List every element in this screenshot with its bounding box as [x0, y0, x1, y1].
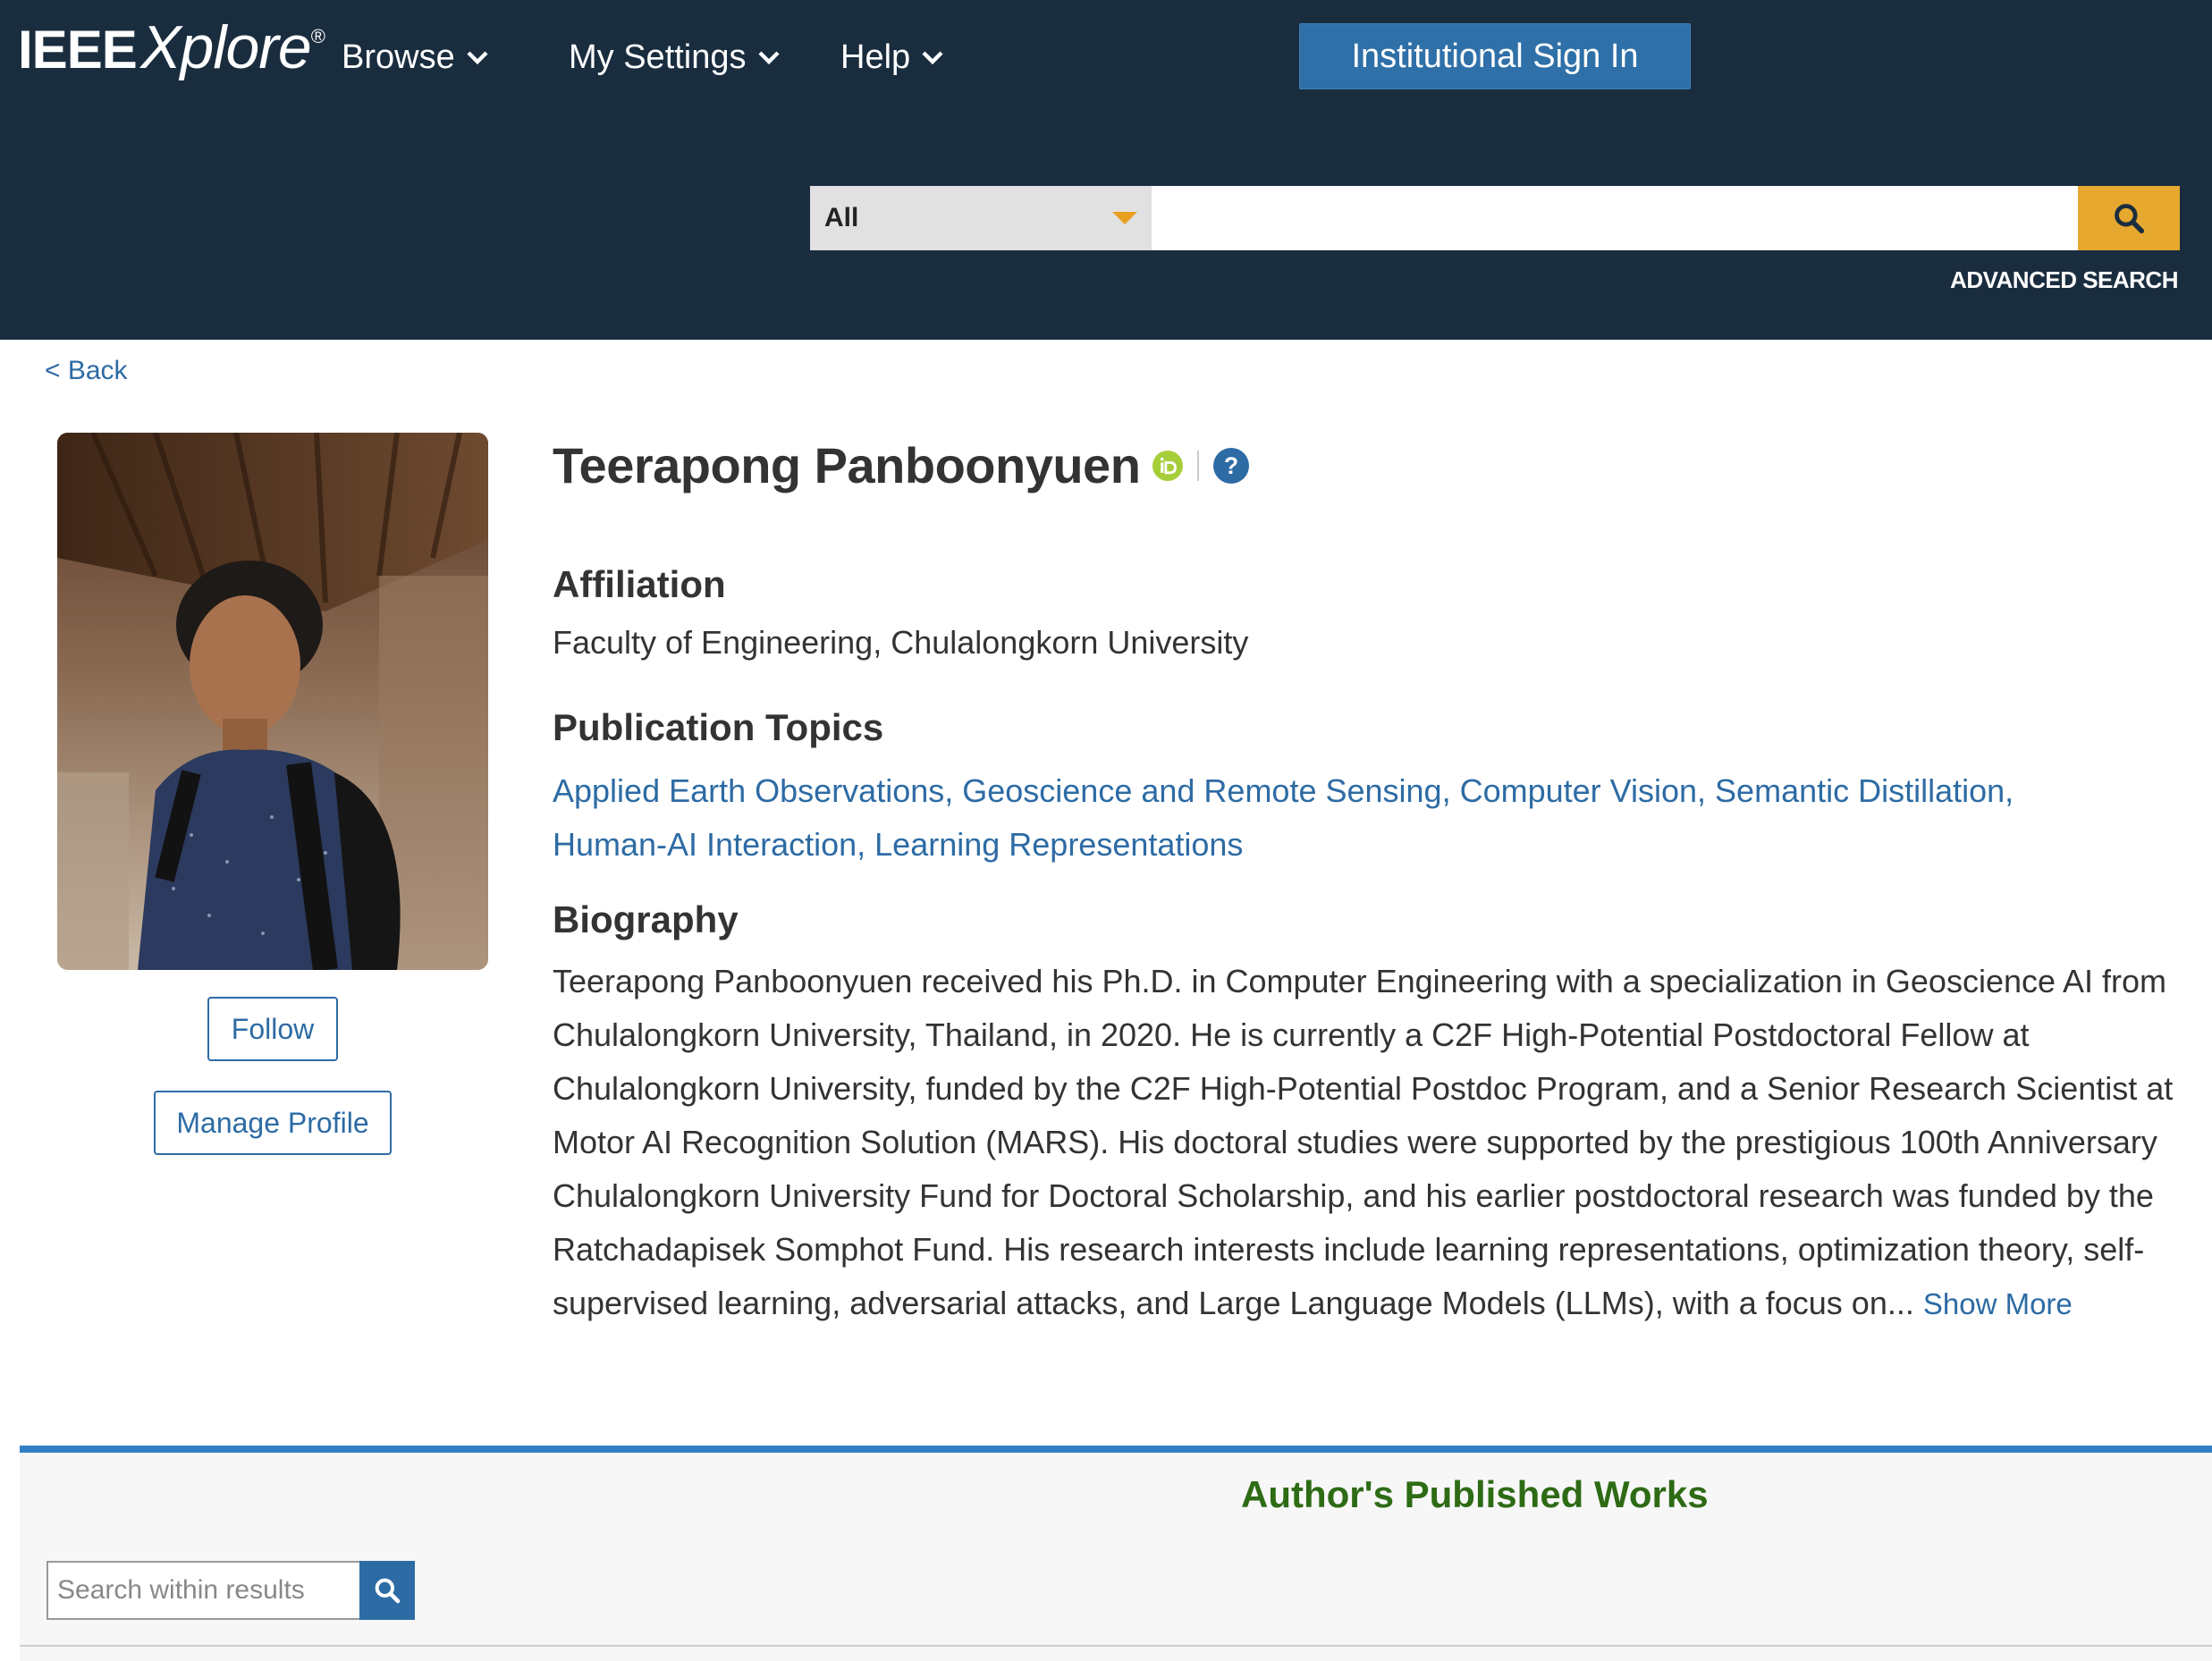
show-more-link[interactable]: Show More — [1923, 1287, 2073, 1320]
search-scope-value: All — [824, 203, 859, 232]
name-separator — [1197, 450, 1200, 481]
chevron-down-icon — [922, 51, 943, 65]
top-navigation-bar: IEEE Xplore® Browse My Settings Help Ins… — [0, 0, 2212, 340]
biography-heading: Biography — [553, 898, 739, 940]
search-scope-dropdown[interactable]: All — [810, 186, 1152, 250]
global-search-bar: All — [810, 186, 2180, 250]
svg-text:?: ? — [1224, 452, 1238, 479]
nav-help-label: Help — [840, 38, 911, 76]
global-search-input[interactable] — [1152, 186, 2078, 250]
author-photo-image — [57, 433, 488, 970]
search-within-results — [46, 1561, 415, 1620]
search-icon — [2115, 204, 2145, 234]
manage-profile-button[interactable]: Manage Profile — [154, 1091, 392, 1155]
affiliation-heading: Affiliation — [553, 563, 726, 605]
ieee-xplore-logo[interactable]: IEEE Xplore® — [18, 13, 325, 82]
published-works-title: Author's Published Works — [1241, 1473, 1709, 1515]
orcid-icon[interactable] — [1152, 450, 1184, 481]
biography-text: Teerapong Panboonyuen received his Ph.D.… — [553, 955, 2180, 1331]
published-works-section — [20, 1446, 2212, 1661]
search-within-results-button[interactable] — [359, 1561, 415, 1620]
institutional-sign-in-button[interactable]: Institutional Sign In — [1299, 23, 1691, 89]
global-search-button[interactable] — [2078, 186, 2180, 250]
publication-topics-line[interactable]: Applied Earth Observations, Geoscience a… — [553, 764, 2180, 818]
author-name: Teerapong Panboonyuen — [553, 437, 1141, 493]
author-profile-photo — [57, 433, 488, 970]
chevron-down-icon — [467, 51, 488, 65]
logo-registered-mark: ® — [310, 25, 325, 47]
follow-button[interactable]: Follow — [207, 997, 338, 1061]
dropdown-caret-icon — [1112, 212, 1137, 224]
nav-help[interactable]: Help — [840, 32, 946, 82]
biography-body: Teerapong Panboonyuen received his Ph.D.… — [553, 963, 2174, 1321]
help-icon[interactable]: ? — [1213, 447, 1250, 484]
nav-my-settings[interactable]: My Settings — [569, 32, 782, 82]
nav-browse[interactable]: Browse — [342, 32, 491, 82]
nav-my-settings-label: My Settings — [569, 38, 747, 76]
advanced-search-link[interactable]: ADVANCED SEARCH — [1950, 266, 2178, 294]
logo-text-xplore: Xplore — [140, 13, 312, 81]
logo-text-ieee: IEEE — [18, 20, 138, 80]
section-divider — [20, 1645, 2212, 1647]
author-name-row: Teerapong Panboonyuen ? — [553, 436, 1250, 494]
nav-browse-label: Browse — [342, 38, 455, 76]
publication-topics-heading: Publication Topics — [553, 706, 884, 748]
chevron-down-icon — [757, 51, 780, 65]
back-link[interactable]: < Back — [45, 356, 128, 386]
publication-topics-list: Applied Earth Observations, Geoscience a… — [553, 764, 2180, 872]
publication-topics-line[interactable]: Human-AI Interaction, Learning Represent… — [553, 818, 2180, 872]
affiliation-text: Faculty of Engineering, Chulalongkorn Un… — [553, 624, 1249, 661]
search-within-results-input[interactable] — [46, 1561, 359, 1620]
search-icon — [375, 1578, 401, 1604]
